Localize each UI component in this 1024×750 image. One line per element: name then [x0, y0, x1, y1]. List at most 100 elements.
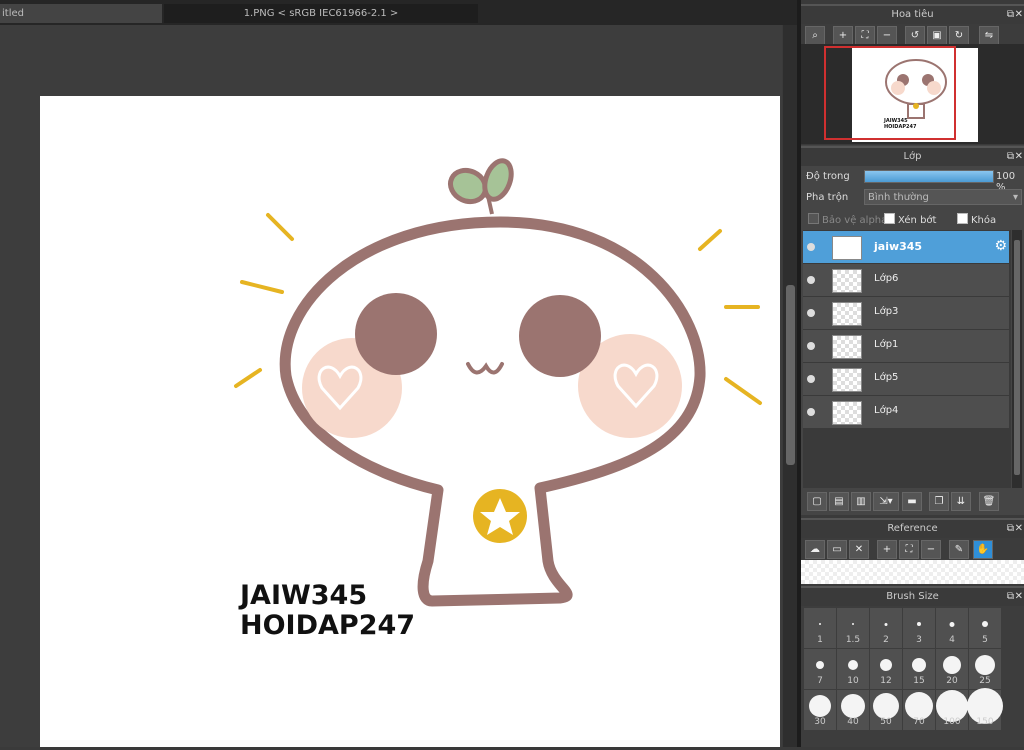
hand-icon[interactable]: ✋ [973, 540, 993, 559]
close-panel-icon[interactable]: ✕ [1015, 148, 1023, 166]
visibility-icon[interactable] [807, 375, 815, 383]
protect-alpha-checkbox[interactable]: Bảo vệ alpha [808, 213, 887, 226]
close-panel-icon[interactable]: ✕ [1015, 520, 1023, 538]
brush-size-cell[interactable]: 4 [936, 608, 968, 648]
blend-mode-label: Pha trộn [806, 192, 849, 203]
flip-icon[interactable]: ⇋ [979, 26, 999, 45]
visibility-icon[interactable] [807, 243, 815, 251]
reference-header: Reference ⧉ ✕ [801, 518, 1024, 538]
zoom-in-icon[interactable]: + [833, 26, 853, 45]
brush-size-cell[interactable]: 10 [837, 649, 869, 689]
duplicate-layer-icon[interactable]: ❐ [929, 492, 949, 511]
layer-row-jaiw345[interactable]: jaiw345 ⚙ [803, 231, 1009, 264]
close-panel-icon[interactable]: ✕ [1015, 6, 1023, 24]
new-1bit-layer-icon[interactable]: ▥ [851, 492, 871, 511]
float-panel-icon[interactable]: ⧉ [1007, 588, 1014, 606]
layer-row-lop5[interactable]: Lớp5 [803, 363, 1009, 396]
layer-name: Lớp6 [874, 273, 899, 284]
visibility-icon[interactable] [807, 276, 815, 284]
brush-size-label: 15 [913, 676, 925, 686]
brush-size-cell[interactable]: 15 [903, 649, 935, 689]
layer-list-scroll-thumb[interactable] [1014, 240, 1020, 475]
clipping-checkbox[interactable]: Xén bớt [884, 213, 936, 226]
checkbox-icon [808, 213, 819, 224]
float-panel-icon[interactable]: ⧉ [1007, 148, 1014, 166]
reset-view-icon[interactable]: ▣ [927, 26, 947, 45]
brush-size-grid: 1 1.5 2 3 4 5 7 10 12 15 20 25 30 40 50 70 100 150 [801, 606, 1024, 747]
brush-size-label: 150 [976, 717, 994, 727]
drawing-canvas[interactable]: JAIW345 HOIDAP247 [40, 96, 780, 747]
open-folder-icon[interactable]: ▭ [827, 540, 847, 559]
brush-size-label: 5 [982, 635, 988, 645]
layer-panel-header: Lớp ⧉ ✕ [801, 146, 1024, 166]
close-icon[interactable]: ✕ [849, 540, 869, 559]
cloud-icon[interactable]: ☁ [805, 540, 825, 559]
brush-dot-icon [852, 623, 854, 625]
lock-checkbox[interactable]: Khóa [957, 213, 996, 226]
brush-size-cell[interactable]: 100 [936, 690, 968, 730]
lock-label: Khóa [971, 215, 997, 226]
layer-thumbnail [832, 302, 862, 326]
float-panel-icon[interactable]: ⧉ [1007, 6, 1014, 24]
navigator-view-frame[interactable] [824, 46, 956, 140]
fit-icon[interactable]: ⛶ [855, 26, 875, 45]
brush-size-label: 12 [880, 676, 892, 686]
layer-row-lop6[interactable]: Lớp6 [803, 264, 1009, 297]
zoom-out-icon[interactable]: − [877, 26, 897, 45]
brush-dot-icon [943, 656, 961, 674]
tab-untitled[interactable]: itled [0, 4, 162, 23]
brush-size-cell[interactable]: 1 [804, 608, 836, 648]
blend-mode-value: Bình thường [868, 192, 929, 203]
brush-size-cell[interactable]: 12 [870, 649, 902, 689]
checkbox-icon [957, 213, 968, 224]
brush-size-cell[interactable]: 50 [870, 690, 902, 730]
tab-current-file[interactable]: 1.PNG < sRGB IEC61966-2.1 > [164, 4, 478, 23]
layer-row-lop3[interactable]: Lớp3 [803, 297, 1009, 330]
reference-toolbar: ☁ ▭ ✕ + ⛶ − ✎ ✋ [801, 538, 1024, 560]
new-8bit-layer-icon[interactable]: ▤ [829, 492, 849, 511]
zoom-in-icon[interactable]: + [877, 540, 897, 559]
brush-size-cell[interactable]: 150 [967, 688, 1003, 730]
gear-icon[interactable]: ⚙ [994, 238, 1007, 254]
visibility-icon[interactable] [807, 309, 815, 317]
eyedropper-icon[interactable]: ✎ [949, 540, 969, 559]
brush-size-cell[interactable]: 1.5 [837, 608, 869, 648]
brush-dot-icon [816, 661, 824, 669]
canvas-scroll-thumb[interactable] [786, 285, 795, 465]
opacity-slider[interactable] [864, 170, 994, 183]
folder-icon[interactable]: ▬ [902, 492, 922, 511]
rotate-left-icon[interactable]: ↺ [905, 26, 925, 45]
close-panel-icon[interactable]: ✕ [1015, 588, 1023, 606]
float-panel-icon[interactable]: ⧉ [1007, 520, 1014, 538]
brush-dot-icon [982, 621, 988, 627]
brush-size-cell[interactable]: 40 [837, 690, 869, 730]
fit-icon[interactable]: ⛶ [899, 540, 919, 559]
new-layer-icon[interactable]: ▢ [807, 492, 827, 511]
brush-size-cell[interactable]: 70 [903, 690, 935, 730]
layer-row-lop4[interactable]: Lớp4 [803, 396, 1009, 429]
merge-layer-icon[interactable]: ⇊ [951, 492, 971, 511]
layer-name: Lớp4 [874, 405, 899, 416]
layer-toolbar: ▢ ▤ ▥ ⇲▾ ▬ ❐ ⇊ 🗑 [801, 490, 1024, 512]
brush-size-cell[interactable]: 25 [969, 649, 1001, 689]
brush-size-cell[interactable]: 5 [969, 608, 1001, 648]
layer-name: Lớp3 [874, 306, 899, 317]
brush-size-cell[interactable]: 3 [903, 608, 935, 648]
visibility-icon[interactable] [807, 408, 815, 416]
protect-alpha-label: Bảo vệ alpha [822, 215, 888, 226]
add-layer-menu-icon[interactable]: ⇲▾ [873, 492, 899, 511]
layer-row-lop1[interactable]: Lớp1 [803, 330, 1009, 363]
rotate-right-icon[interactable]: ↻ [949, 26, 969, 45]
brush-size-cell[interactable]: 7 [804, 649, 836, 689]
visibility-icon[interactable] [807, 342, 815, 350]
zoom-icon[interactable]: ⌕ [805, 26, 825, 45]
brush-size-label: 3 [916, 635, 922, 645]
brush-size-cell[interactable]: 30 [804, 690, 836, 730]
brush-size-cell[interactable]: 20 [936, 649, 968, 689]
trash-icon[interactable]: 🗑 [979, 492, 999, 511]
blend-mode-select[interactable]: Bình thường ▾ [864, 189, 1022, 205]
brush-size-cell[interactable]: 2 [870, 608, 902, 648]
reference-image-area[interactable] [801, 560, 1024, 584]
layer-thumbnail [832, 335, 862, 359]
zoom-out-icon[interactable]: − [921, 540, 941, 559]
